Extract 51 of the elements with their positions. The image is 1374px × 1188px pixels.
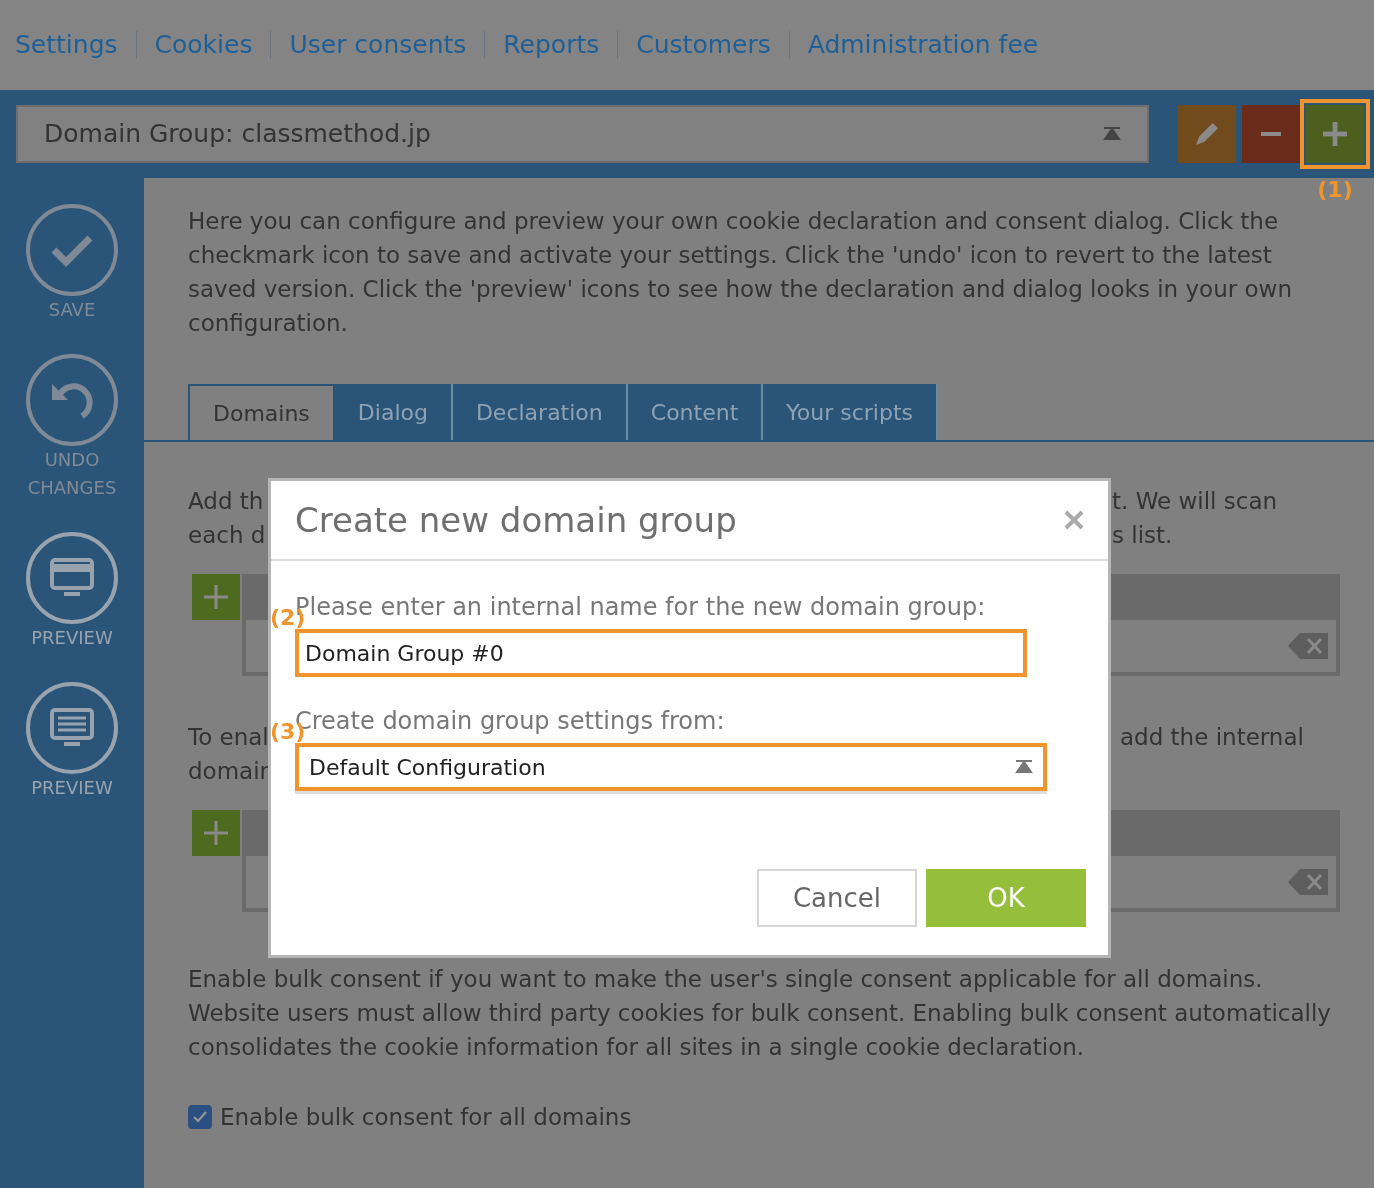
nav-link-item[interactable]: Cookies (154, 26, 253, 64)
monitor-icon[interactable] (26, 532, 118, 624)
bulk-consent-label: Enable bulk consent for all domains (220, 1103, 632, 1132)
edit-button[interactable] (1178, 105, 1236, 163)
sidebar-label: UNDO CHANGES (26, 448, 118, 500)
tab[interactable]: Content (627, 384, 764, 440)
tab[interactable]: Dialog (334, 384, 453, 440)
cancel-button[interactable]: Cancel (757, 869, 917, 927)
text-fragment: each d (188, 521, 266, 550)
tab[interactable]: Domains (188, 384, 335, 440)
add-domain-button[interactable] (192, 810, 240, 856)
add-domain-button[interactable] (192, 574, 240, 620)
minus-icon (1260, 132, 1282, 136)
plus-icon (203, 820, 229, 846)
plus-icon (1323, 122, 1347, 146)
nav-link-item[interactable]: Customers (636, 26, 771, 64)
monitor-icon[interactable] (26, 682, 118, 774)
sidebar-label: SAVE (47, 298, 97, 322)
text-fragment: s list. (1112, 521, 1174, 550)
check-icon (192, 1110, 208, 1125)
nav-link-item[interactable]: Settings (15, 26, 118, 64)
backspace-icon[interactable] (1288, 869, 1328, 895)
save-checkmark-icon[interactable] (26, 204, 118, 296)
text-fragment: add the internal (1120, 723, 1305, 752)
tab[interactable]: Declaration (452, 384, 628, 440)
group-name-input[interactable]: Domain Group #0 (295, 629, 1027, 677)
sidebar-label: PREVIEW (30, 776, 114, 800)
text-fragment: Add th (188, 487, 265, 516)
remove-button[interactable] (1242, 105, 1300, 163)
dropdown-caret-icon (1103, 127, 1121, 141)
plus-icon (203, 584, 229, 610)
close-icon[interactable] (1064, 510, 1084, 530)
settings-source-select[interactable]: Default Configuration (295, 743, 1047, 791)
callout-number: (1) (1317, 179, 1353, 201)
modal-title: Create new domain group (295, 498, 737, 542)
sidebar-label: PREVIEW (30, 626, 114, 650)
text-fragment: t. We will scan (1112, 487, 1279, 516)
text-fragment: To enal (188, 723, 270, 752)
text-fragment: domair (188, 757, 270, 786)
tab[interactable]: Your scripts (763, 384, 938, 440)
backspace-icon[interactable] (1288, 633, 1328, 659)
domain-group-select[interactable]: Domain Group: classmethod.jp (16, 105, 1149, 163)
nav-link-item[interactable]: User consents (289, 26, 467, 64)
bulk-consent-checkbox[interactable] (188, 1105, 212, 1130)
edit-pencil-icon (1195, 122, 1219, 146)
bulk-consent-paragraph: Enable bulk consent if you want to make the user's single consent applicable for all domains. Website users must allow third party cookies for bulk consent. Enabling bulk consent automatically consolidates the cookie information for all sites in a single cookie declaration. (187, 965, 1332, 1062)
nav-link-item[interactable]: Administration fee (807, 26, 1039, 64)
dropdown-caret-icon (1015, 760, 1033, 774)
intro-paragraph: Here you can configure and preview your own cookie declaration and consent dialog. Click the checkmark icon to save and activate your settings. Click the 'undo' icon to revert to the latest saved version. Click the 'preview' icons to see how the declaration and dialog looks in your own configuration. (187, 207, 1293, 338)
ok-button[interactable]: OK (926, 869, 1086, 927)
nav-link-item[interactable]: Reports (503, 26, 600, 64)
